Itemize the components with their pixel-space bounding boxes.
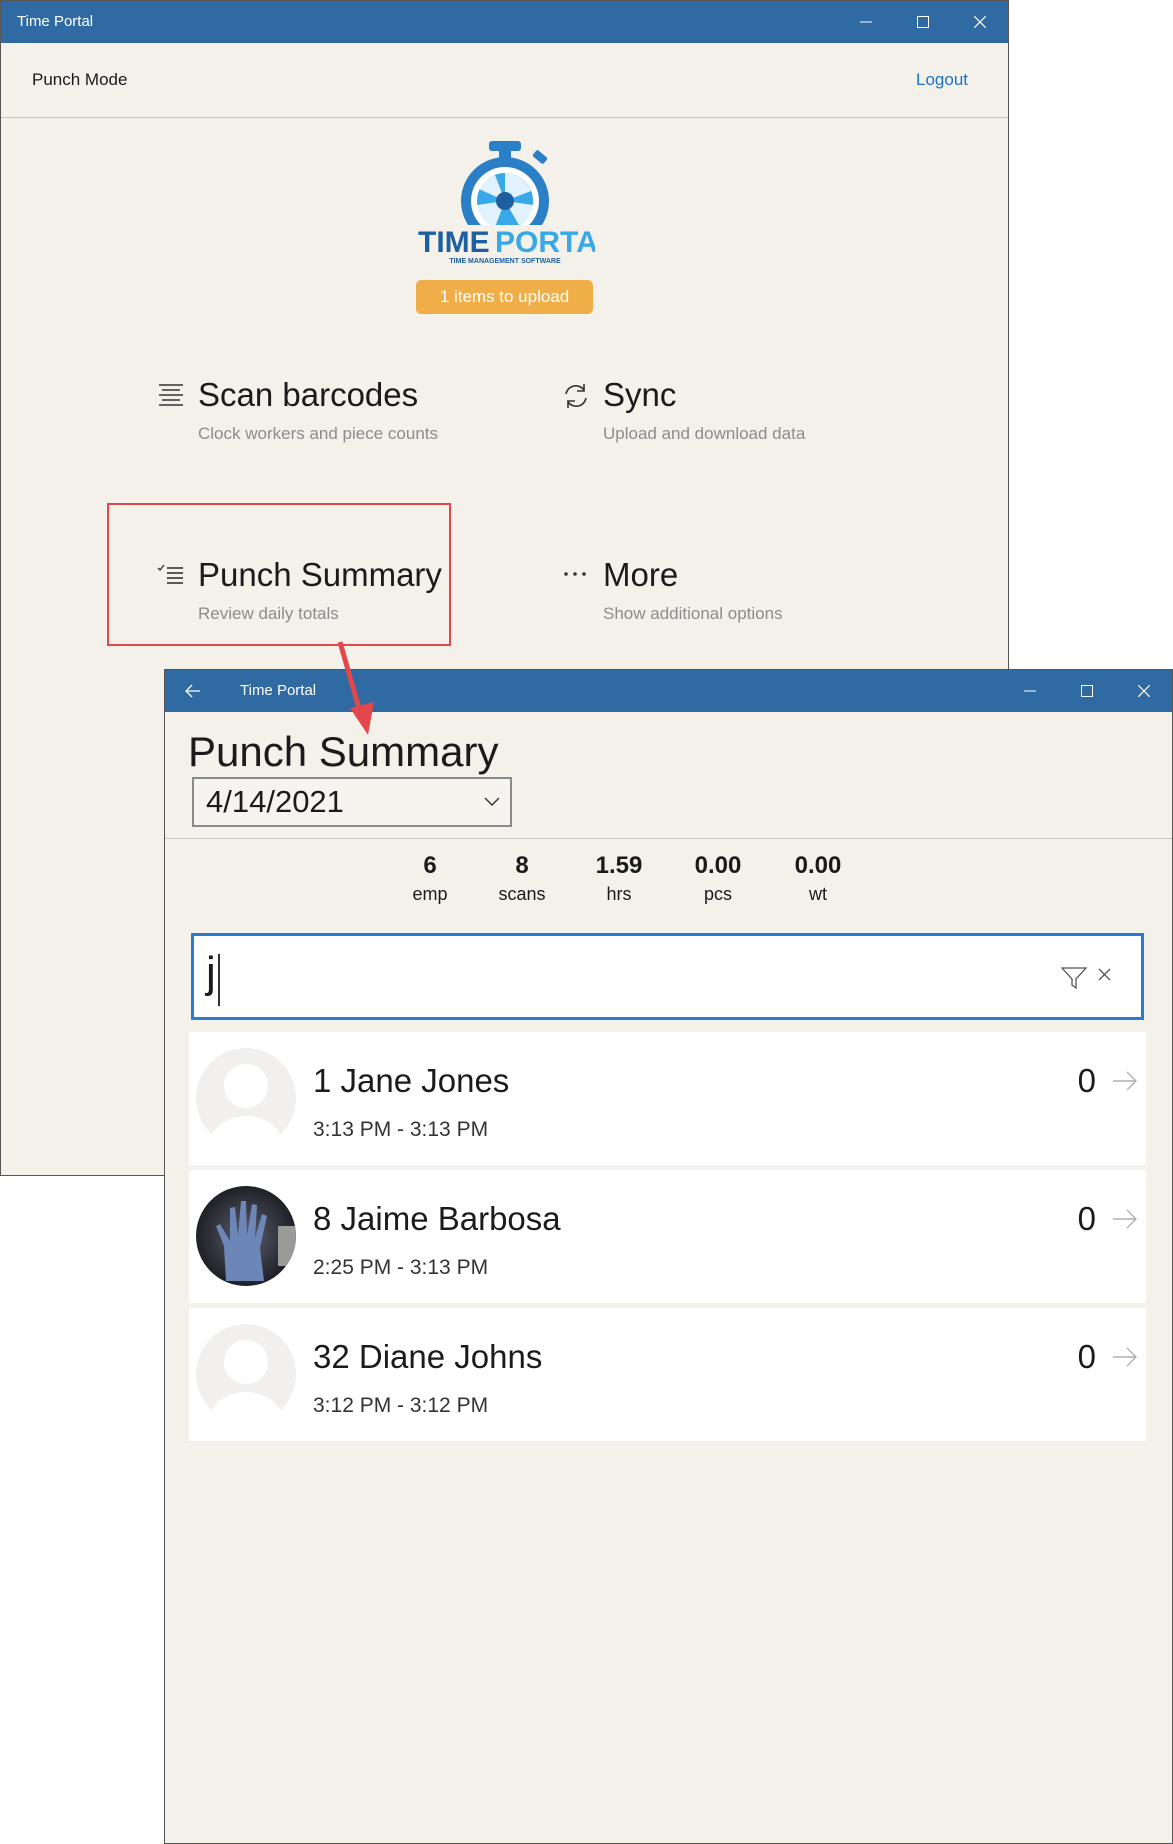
callout-arrow-icon xyxy=(337,641,374,735)
